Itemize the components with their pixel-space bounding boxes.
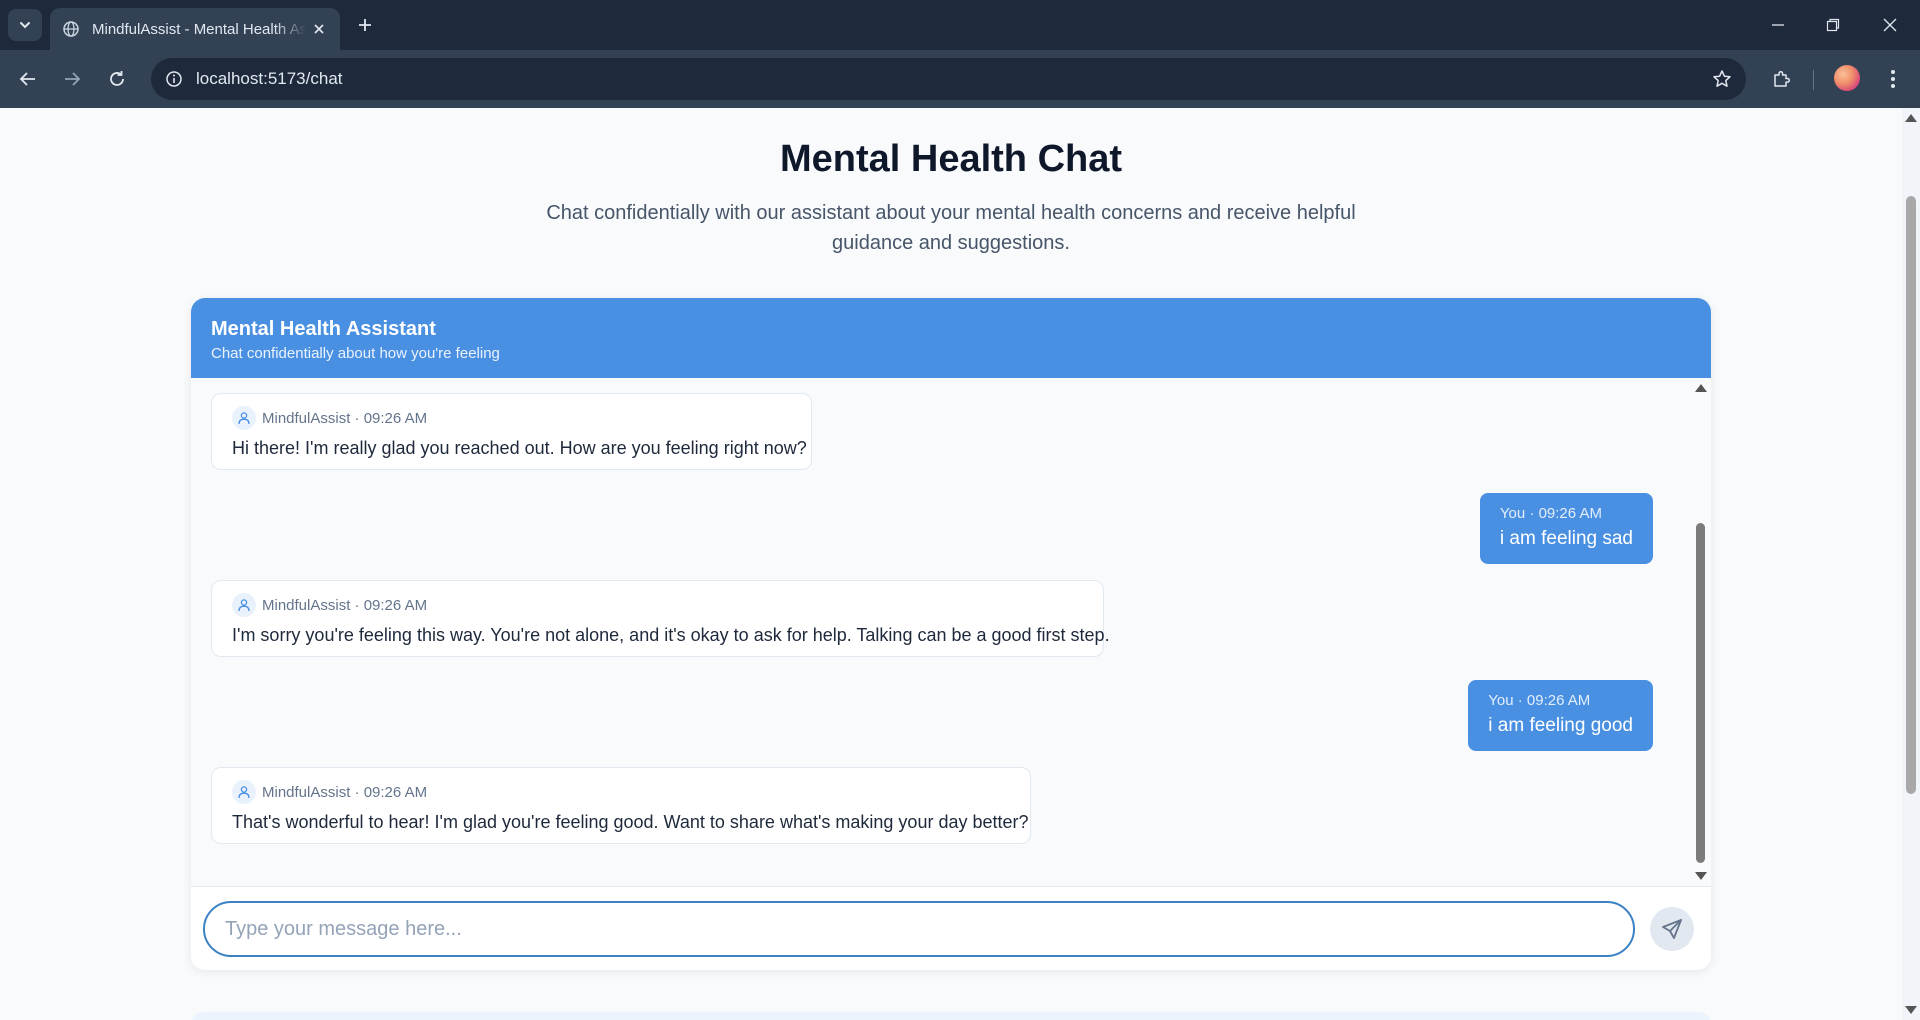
kebab-menu-icon xyxy=(1891,70,1895,88)
user-message: You · 09:26 AM i am feeling good xyxy=(1468,680,1653,751)
message-text: Hi there! I'm really glad you reached ou… xyxy=(232,438,807,458)
restore-icon xyxy=(1826,18,1840,32)
message-text: i am feeling good xyxy=(1488,715,1633,736)
back-button[interactable] xyxy=(12,63,44,95)
site-info-button[interactable] xyxy=(161,66,187,92)
assistant-message: MindfulAssist · 09:26 AM Hi there! I'm r… xyxy=(211,393,812,470)
forward-button[interactable] xyxy=(56,63,88,95)
message-composer xyxy=(191,886,1711,970)
page-viewport: Mental Health Chat Chat confidentially w… xyxy=(0,108,1902,1020)
browser-toolbar: localhost:5173/chat xyxy=(0,50,1920,108)
chat-header-subtitle: Chat confidentially about how you're fee… xyxy=(211,345,500,362)
message-meta: You · 09:26 AM xyxy=(1499,505,1602,522)
assistant-avatar xyxy=(232,593,256,617)
browser-tab-bar: MindfulAssist - Mental Health Assistant xyxy=(0,0,1920,50)
scroll-up-arrow[interactable] xyxy=(1905,114,1917,122)
user-icon xyxy=(238,599,250,612)
browser-menu-button[interactable] xyxy=(1880,63,1906,95)
message-input[interactable] xyxy=(203,901,1635,957)
globe-icon xyxy=(63,21,79,37)
info-icon xyxy=(166,71,182,87)
puzzle-icon xyxy=(1774,70,1791,87)
assistant-avatar xyxy=(232,780,256,804)
message-meta: MindfulAssist · 09:26 AM xyxy=(262,783,428,801)
address-url: localhost:5173/chat xyxy=(196,69,343,88)
reload-button[interactable] xyxy=(101,63,133,95)
page-subtitle: Chat confidentially with our assistant a… xyxy=(546,202,1356,254)
message-meta: MindfulAssist · 09:26 AM xyxy=(262,596,428,614)
scrollbar-thumb[interactable] xyxy=(1696,523,1705,863)
plus-icon xyxy=(359,19,371,31)
assistant-message: MindfulAssist · 09:26 AM That's wonderfu… xyxy=(211,767,1031,844)
close-icon xyxy=(314,24,324,34)
minimize-icon xyxy=(1772,24,1784,26)
close-icon xyxy=(1883,18,1897,32)
bookmark-button[interactable] xyxy=(1710,67,1734,91)
user-icon xyxy=(238,412,250,425)
arrow-right-icon xyxy=(65,72,81,86)
message-list-scrollbar[interactable] xyxy=(1691,378,1711,886)
browser-tab-active[interactable]: MindfulAssist - Mental Health Assistant xyxy=(50,8,340,50)
user-icon xyxy=(238,786,250,799)
chat-header: Mental Health Assistant Chat confidentia… xyxy=(191,298,1711,378)
scroll-up-arrow[interactable] xyxy=(1695,384,1707,392)
extensions-button[interactable] xyxy=(1766,63,1798,95)
tab-title: MindfulAssist - Mental Health Assistant xyxy=(92,20,306,38)
user-message: You · 09:26 AM i am feeling sad xyxy=(1479,493,1653,564)
send-button[interactable] xyxy=(1650,907,1694,951)
tab-list-button[interactable] xyxy=(8,9,42,41)
chat-card: Mental Health Assistant Chat confidentia… xyxy=(191,298,1711,970)
chat-header-title: Mental Health Assistant xyxy=(211,318,436,340)
next-section-card xyxy=(191,1012,1711,1020)
message-meta: You · 09:26 AM xyxy=(1488,692,1591,709)
tab-close-button[interactable] xyxy=(308,18,330,40)
assistant-avatar xyxy=(232,406,256,430)
page-title: Mental Health Chat xyxy=(779,138,1123,180)
close-window-button[interactable] xyxy=(1875,10,1905,40)
new-tab-button[interactable] xyxy=(352,12,378,38)
page-scrollbar[interactable] xyxy=(1902,108,1920,1020)
send-icon xyxy=(1662,919,1682,939)
message-text: i am feeling sad xyxy=(1499,528,1633,549)
star-icon xyxy=(1713,70,1731,87)
address-bar[interactable]: localhost:5173/chat xyxy=(151,58,1746,100)
arrow-left-icon xyxy=(19,72,35,86)
assistant-message: MindfulAssist · 09:26 AM I'm sorry you'r… xyxy=(211,580,1110,657)
message-meta: MindfulAssist · 09:26 AM xyxy=(262,409,428,427)
reload-icon xyxy=(110,71,124,86)
scroll-down-arrow[interactable] xyxy=(1695,872,1707,880)
minimize-button[interactable] xyxy=(1763,10,1793,40)
scrollbar-thumb[interactable] xyxy=(1906,196,1916,794)
message-text: I'm sorry you're feeling this way. You'r… xyxy=(232,625,1110,645)
message-list: MindfulAssist · 09:26 AM Hi there! I'm r… xyxy=(191,378,1691,886)
chevron-down-icon xyxy=(20,22,30,29)
message-text: That's wonderful to hear! I'm glad you'r… xyxy=(232,812,1029,832)
restore-button[interactable] xyxy=(1818,10,1848,40)
toolbar-separator xyxy=(1813,70,1814,90)
scroll-down-arrow[interactable] xyxy=(1905,1006,1917,1014)
profile-avatar[interactable] xyxy=(1834,65,1860,91)
